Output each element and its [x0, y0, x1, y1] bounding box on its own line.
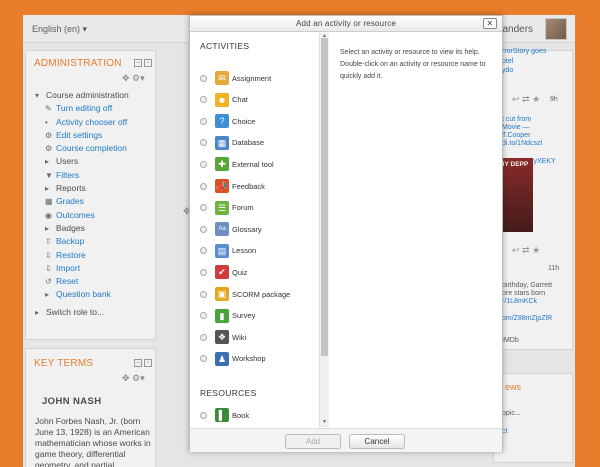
lesson-icon: ▤: [215, 243, 229, 258]
dialog-header: Add an activity or resource ✕: [190, 16, 502, 32]
module-option-feedback[interactable]: 📣 Feedback: [200, 176, 318, 196]
module-list[interactable]: ACTIVITIES ✉ Assignment ☻ Chat? Choice ▦ Datab…: [190, 33, 320, 427]
scorm-icon: ▣: [215, 287, 229, 301]
chat-icon: ☻: [215, 92, 229, 107]
scroll-down-icon[interactable]: ▼: [322, 419, 327, 425]
choice-icon: ?: [215, 114, 229, 129]
dialog-title: Add an activity or resource: [295, 19, 397, 28]
close-icon[interactable]: ✕: [483, 18, 497, 29]
module-radio[interactable]: [200, 268, 207, 276]
assignment-icon: ✉: [215, 71, 229, 85]
database-icon: ▦: [215, 135, 229, 150]
module-option-database[interactable]: ▦ Database: [200, 133, 318, 153]
module-label: Forum: [232, 203, 254, 213]
module-option-assignment[interactable]: ✉ Assignment: [200, 68, 318, 88]
add-button[interactable]: Add: [285, 434, 341, 449]
glossary-icon: Aa: [215, 222, 229, 237]
module-option-survey[interactable]: ▮ Survey: [200, 306, 318, 326]
list-scrollbar[interactable]: ▲ ▼: [320, 33, 329, 427]
module-radio[interactable]: [200, 96, 207, 104]
feedback-icon: 📣: [215, 179, 229, 193]
forum-icon: ☰: [215, 200, 229, 215]
scroll-thumb[interactable]: [321, 38, 328, 356]
module-radio[interactable]: [200, 204, 207, 212]
module-radio[interactable]: [200, 225, 207, 233]
module-radio[interactable]: [200, 411, 207, 419]
module-option-wiki[interactable]: ❖ Wiki: [200, 327, 318, 347]
module-option-forum[interactable]: ☰ Forum: [200, 198, 318, 218]
module-option-quiz[interactable]: ✔ Quiz: [200, 262, 318, 282]
external-tool-icon: ✚: [215, 157, 229, 172]
module-radio[interactable]: [200, 333, 207, 341]
module-label: External tool: [232, 159, 274, 169]
module-option-scorm-package[interactable]: ▣ SCORM package: [200, 284, 318, 304]
module-option-glossary[interactable]: Aa Glossary: [200, 219, 318, 239]
module-label: Book: [232, 410, 250, 420]
module-label: Survey: [232, 311, 256, 321]
wiki-icon: ❖: [215, 330, 229, 345]
module-label: Choice: [232, 116, 256, 126]
activity-chooser-dialog: Add an activity or resource ✕ ACTIVITIES…: [189, 15, 503, 452]
module-option-lesson[interactable]: ▤ Lesson: [200, 241, 318, 261]
module-radio[interactable]: [200, 74, 207, 82]
survey-icon: ▮: [215, 308, 229, 323]
module-radio[interactable]: [200, 160, 207, 168]
cancel-button[interactable]: Cancel: [349, 434, 405, 449]
module-label: Feedback: [232, 181, 265, 191]
module-radio[interactable]: [200, 182, 207, 190]
workshop-icon: ♟: [215, 351, 229, 366]
module-label: Database: [232, 138, 265, 148]
resources-heading: RESOURCES: [200, 388, 257, 398]
module-radio[interactable]: [200, 290, 207, 298]
module-radio[interactable]: [200, 139, 207, 147]
module-option-external-tool[interactable]: ✚ External tool: [200, 154, 318, 174]
module-option-workshop[interactable]: ♟ Workshop: [200, 349, 318, 369]
module-option-choice[interactable]: ? Choice: [200, 111, 318, 131]
module-label: Assignment: [232, 73, 272, 83]
module-option-chat[interactable]: ☻ Chat: [200, 90, 318, 110]
dialog-footer: Add Cancel: [190, 428, 502, 452]
module-label: Chat: [232, 95, 248, 105]
activities-heading: ACTIVITIES: [200, 41, 250, 51]
module-label: Quiz: [232, 267, 248, 277]
module-label: Lesson: [232, 246, 257, 256]
module-radio[interactable]: [200, 355, 207, 363]
module-label: Workshop: [232, 354, 266, 364]
module-radio[interactable]: [200, 117, 207, 125]
module-radio[interactable]: [200, 312, 207, 320]
module-label: Glossary: [232, 224, 262, 234]
quiz-icon: ✔: [215, 265, 229, 280]
help-description: Select an activity or resource to view i…: [340, 49, 486, 80]
book-icon: ▌: [215, 408, 229, 422]
module-label: Wiki: [232, 332, 247, 342]
module-option-book[interactable]: ▌ Book: [200, 405, 318, 425]
module-radio[interactable]: [200, 247, 207, 255]
module-label: SCORM package: [232, 289, 291, 299]
